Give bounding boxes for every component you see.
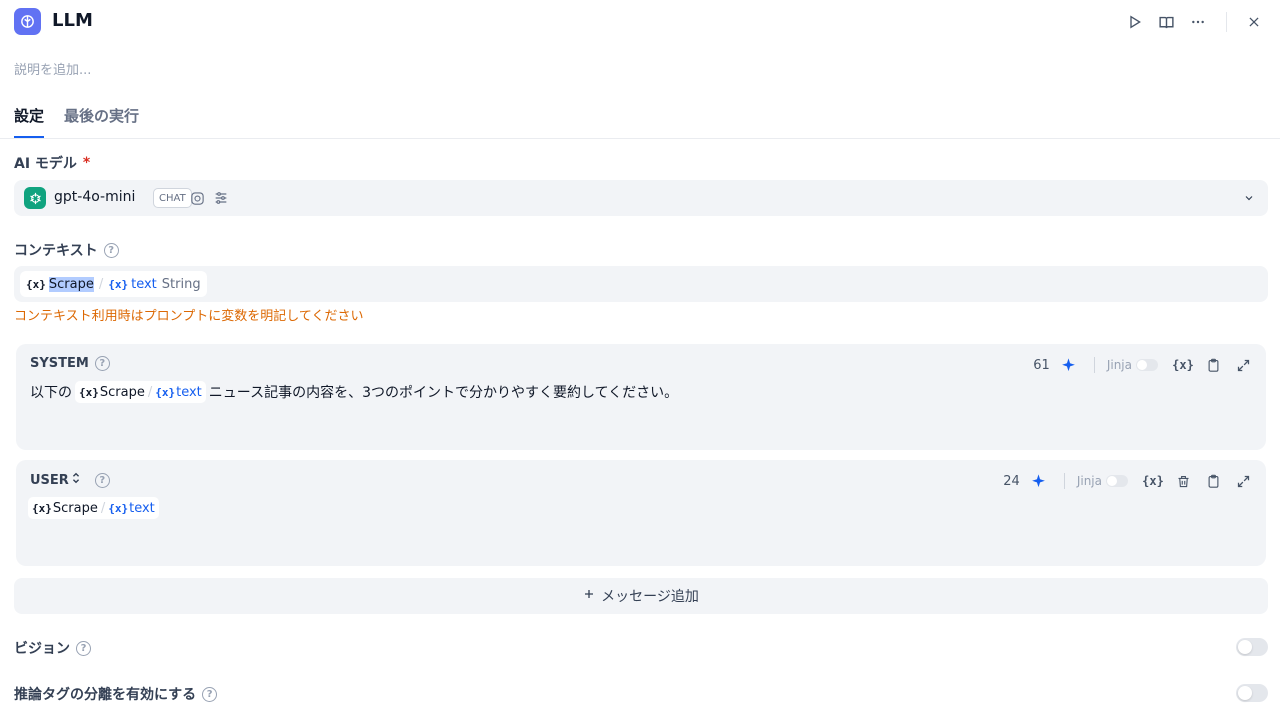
add-message-button[interactable]: メッセージ追加 [14,578,1268,614]
expand-icon[interactable] [1232,470,1254,492]
system-role-text: SYSTEM [30,356,89,371]
context-separator: / [98,276,104,292]
toolbar-divider [1093,357,1095,373]
jinja-toggle[interactable] [1136,359,1158,371]
chip-variable-name: text [176,384,202,400]
chip-separator: / [147,384,153,400]
prompt-variable-chip[interactable]: {x} Scrape / {x} text [28,497,159,519]
chip-separator: / [100,500,106,516]
system-prompt-text[interactable]: 以下の {x} Scrape / {x} text ニュース記事の内容を、3つの… [30,381,678,403]
reasoning-tag-label-text: 推論タグの分離を有効にする [14,687,197,703]
toolbar-divider [1063,473,1065,489]
prompt-text-before: 以下の [30,385,72,401]
context-input[interactable]: {x} Scrape / {x} text String [14,266,1268,302]
variable-icon: {x} [155,385,176,399]
reasoning-tag-toggle[interactable] [1236,684,1268,702]
variable-icon: {x} [79,385,99,399]
jinja-label: Jinja [1076,474,1102,488]
context-variable-name: text [131,276,157,292]
params-settings-icon[interactable] [211,188,231,208]
chip-variable-name: text [129,500,155,516]
jinja-label: Jinja [1106,358,1132,372]
chip-node-name: Scrape [52,500,98,516]
variable-icon: {x} [32,501,52,515]
user-role-selector[interactable]: USER ? [30,472,110,488]
help-icon[interactable]: ? [94,356,110,371]
token-count: 61 [1033,357,1050,373]
insert-variable-icon[interactable]: {x} [1142,470,1164,492]
header-divider [1226,12,1227,32]
context-warning: コンテキスト利用時はプロンプトに変数を明記してください [14,309,364,324]
trash-icon[interactable] [1172,470,1194,492]
node-title[interactable]: LLM [52,10,93,31]
chip-node-name: Scrape [99,384,145,400]
vision-section-label: ビジョン ? [14,638,91,658]
context-section-label: コンテキスト ? [14,240,119,260]
vision-label-text: ビジョン [14,641,70,657]
model-section-label: AI モデル * [14,153,90,173]
sparkle-icon[interactable] [1028,470,1050,492]
user-prompt-editor[interactable]: USER ? 24 Jinja {x} {x} Scrape / {x} tex… [16,460,1266,566]
plus-icon [583,588,595,604]
close-icon[interactable] [1243,11,1265,33]
model-selector[interactable]: gpt-4o-mini CHAT [14,180,1268,216]
context-label-text: コンテキスト [14,243,98,259]
user-prompt-toolbar: 24 Jinja {x} [1003,470,1254,492]
chat-badge: CHAT [153,188,192,208]
help-icon[interactable]: ? [76,640,91,656]
system-prompt-toolbar: 61 Jinja {x} [1033,354,1254,376]
context-node-name: Scrape [48,276,94,292]
more-icon[interactable] [1187,11,1209,33]
variable-icon: {x} [26,277,46,291]
variable-icon: {x} [108,501,129,515]
tab-bar: 設定 最後の実行 [0,96,1280,139]
tab-settings[interactable]: 設定 [14,105,45,138]
help-icon[interactable]: ? [94,472,110,488]
context-variable-chip[interactable]: {x} Scrape / {x} text String [20,271,207,297]
chevron-up-down-icon [71,472,81,488]
system-role-label: SYSTEM ? [30,356,110,371]
model-label-text: AI モデル [14,156,77,172]
run-icon[interactable] [1124,11,1146,33]
vision-toggle[interactable] [1236,638,1268,656]
chevron-down-icon [1240,189,1258,207]
reasoning-tag-section-label: 推論タグの分離を有効にする ? [14,684,218,704]
system-prompt-editor[interactable]: SYSTEM ? 61 Jinja {x} 以下の {x} Scrape / {… [16,344,1266,450]
user-prompt-text[interactable]: {x} Scrape / {x} text [28,497,162,519]
token-count: 24 [1003,473,1020,489]
add-message-label: メッセージ追加 [601,589,699,605]
copy-icon[interactable] [1202,470,1224,492]
llm-node-icon [14,8,41,35]
help-icon[interactable]: ? [202,686,218,702]
model-name: gpt-4o-mini [54,189,136,205]
jinja-toggle[interactable] [1106,475,1128,487]
user-role-text: USER [30,472,69,488]
prompt-variable-chip[interactable]: {x} Scrape / {x} text [75,381,206,403]
context-variable-type: String [161,276,201,292]
copy-icon[interactable] [1202,354,1224,376]
expand-icon[interactable] [1232,354,1254,376]
variable-icon: {x} [108,277,129,291]
book-icon[interactable] [1155,11,1177,33]
openai-icon [24,187,46,209]
description-input[interactable]: 説明を追加... [14,59,91,78]
prompt-text-after: ニュース記事の内容を、3つのポイントで分かりやすく要約してください。 [208,385,679,401]
node-header: LLM [0,0,1280,44]
vision-feature-icon [187,188,207,208]
required-mark: * [82,155,91,171]
help-icon[interactable]: ? [103,242,119,258]
tab-last-run[interactable]: 最後の実行 [64,105,139,138]
insert-variable-icon[interactable]: {x} [1172,354,1194,376]
sparkle-icon[interactable] [1058,354,1080,376]
